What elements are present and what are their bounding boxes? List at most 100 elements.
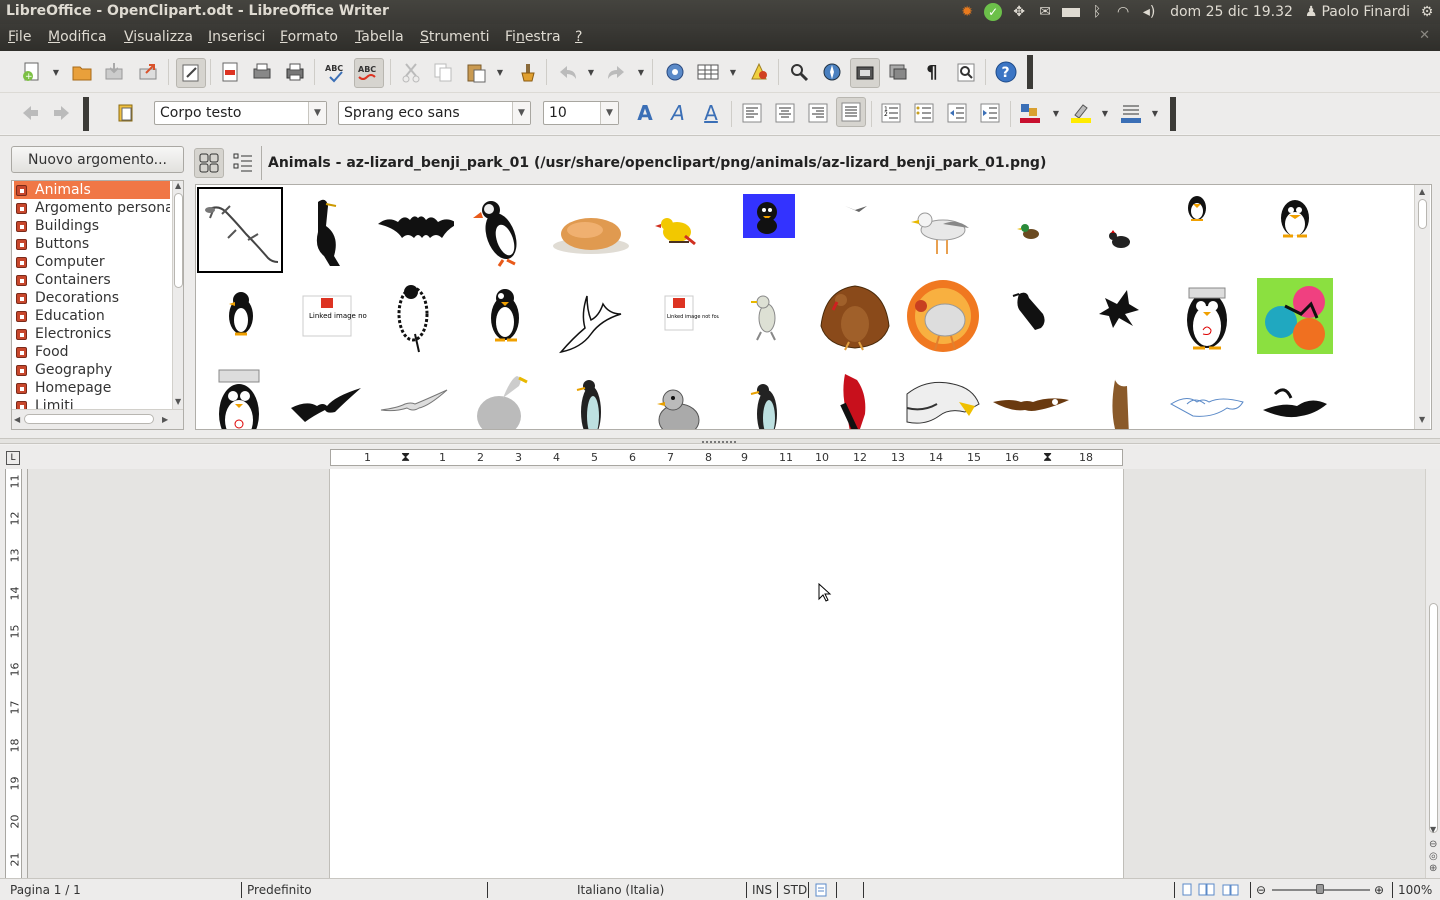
underline-icon[interactable]: A	[697, 99, 725, 127]
tux-thumbnail[interactable]	[1252, 187, 1338, 273]
gallery-icon[interactable]	[850, 58, 880, 88]
paste-dropdown-icon[interactable]: ▼	[496, 68, 504, 77]
scroll-right-icon[interactable]: ▶	[162, 415, 168, 424]
font-color-icon[interactable]	[1016, 99, 1044, 127]
table-dropdown-icon[interactable]: ▼	[729, 68, 737, 77]
bold-icon[interactable]: A	[631, 99, 659, 127]
chevron-down-icon[interactable]: ▼	[600, 102, 618, 124]
swan-black-thumbnail[interactable]	[1252, 361, 1338, 429]
bird-flying-thumbnail[interactable]	[284, 361, 370, 429]
image-not-found-thumbnail[interactable]: Linked image not found	[284, 273, 370, 359]
theme-item-electronics[interactable]: Electronics	[14, 325, 170, 343]
theme-item-argomento-personale[interactable]: Argomento personale	[14, 199, 170, 217]
hyperlink-icon[interactable]	[661, 58, 689, 86]
user-menu[interactable]: ♟ Paolo Finardi	[1301, 4, 1414, 20]
cardinal-thumbnail[interactable]	[812, 361, 898, 429]
redo-dropdown-icon[interactable]: ▼	[637, 68, 645, 77]
scrollbar-thumb[interactable]	[24, 414, 154, 424]
help-icon[interactable]: ?	[992, 58, 1020, 86]
clone-formatting-icon[interactable]	[514, 58, 542, 86]
detailed-view-icon[interactable]	[228, 148, 258, 178]
undo-icon[interactable]	[553, 58, 581, 86]
gallery-splitter[interactable]	[0, 438, 1440, 444]
owl-sketch-thumbnail[interactable]	[372, 273, 458, 359]
puffin-thumbnail[interactable]	[460, 187, 546, 273]
font-name-combo[interactable]: Sprang eco sans ▼	[338, 101, 531, 125]
eagle-silhouette-thumbnail[interactable]	[1076, 273, 1162, 359]
styles-formatting-icon[interactable]	[112, 99, 140, 127]
highlighting-icon[interactable]	[1067, 99, 1095, 127]
scrollbar-thumb[interactable]	[1429, 603, 1438, 833]
export-icon[interactable]	[134, 58, 162, 86]
background-color-icon[interactable]	[1117, 99, 1145, 127]
turkey-thumbnail[interactable]	[812, 273, 898, 359]
splitter-grip[interactable]	[702, 439, 736, 443]
scroll-down-icon[interactable]: ▼	[175, 397, 181, 406]
menu-help[interactable]: ?	[575, 29, 582, 45]
document-vertical-scrollbar[interactable]: ▼ ⊖ ◎ ⊕	[1425, 469, 1440, 878]
swans-thumbnail[interactable]	[1164, 361, 1250, 429]
right-indent-marker[interactable]: ⧗	[1043, 450, 1052, 465]
turkey-colorful-thumbnail[interactable]	[900, 273, 986, 359]
new-document-icon[interactable]: +	[18, 58, 46, 86]
justify-icon[interactable]	[836, 97, 866, 127]
bluetooth-icon[interactable]: ᛒ	[1084, 0, 1110, 24]
new-theme-button[interactable]: Nuovo argomento...	[11, 146, 184, 173]
scroll-down-icon[interactable]: ▼	[1419, 415, 1425, 424]
menu-file[interactable]: File	[8, 29, 31, 45]
tux-debian-thumbnail[interactable]	[1164, 273, 1250, 359]
align-center-icon[interactable]	[771, 99, 799, 127]
goose-thumbnail[interactable]	[460, 361, 546, 429]
roast-turkey-thumbnail[interactable]	[548, 187, 634, 273]
tab-stop-type-icon[interactable]: L	[6, 451, 20, 465]
menu-formato[interactable]: Formato	[280, 29, 338, 45]
multi-page-view-icon[interactable]	[1198, 883, 1216, 900]
find-replace-icon[interactable]	[785, 58, 813, 86]
menu-modifica[interactable]: Modifica	[48, 29, 107, 45]
weather-icon[interactable]: ✹	[954, 0, 980, 24]
seagull-flying-thumbnail[interactable]	[372, 361, 458, 429]
decrease-indent-icon[interactable]	[943, 99, 971, 127]
scroll-up-icon[interactable]: ▲	[1419, 187, 1425, 196]
cormorant-thumbnail[interactable]	[285, 187, 371, 273]
hen-small-thumbnail[interactable]	[1076, 187, 1162, 273]
zoom-in-icon[interactable]: ⊕	[1374, 883, 1384, 897]
zoom-slider-knob[interactable]	[1316, 884, 1324, 894]
theme-item-computer[interactable]: Computer	[14, 253, 170, 271]
font-color-dropdown-icon[interactable]: ▼	[1052, 109, 1060, 118]
eagle-flying-thumbnail[interactable]	[988, 361, 1074, 429]
lizard-thumbnail[interactable]	[197, 187, 283, 273]
italic-icon[interactable]: A	[664, 99, 692, 127]
language[interactable]: Italiano (Italia)	[577, 883, 664, 897]
theme-item-decorations[interactable]: Decorations	[14, 289, 170, 307]
flower-collage-thumbnail[interactable]	[1252, 273, 1338, 359]
image-not-found-thumbnail[interactable]: Linked image not found	[636, 273, 722, 359]
seagull-thumbnail[interactable]	[900, 187, 986, 273]
clock[interactable]: dom 25 dic 19.32	[1162, 4, 1301, 20]
theme-item-animals[interactable]: Animals	[14, 181, 170, 199]
theme-list-horizontal-scrollbar[interactable]: ◀ ▶	[12, 409, 183, 429]
battery-icon[interactable]	[1058, 0, 1084, 24]
highlighting-dropdown-icon[interactable]: ▼	[1101, 109, 1109, 118]
session-gear-icon[interactable]: ⚙	[1414, 0, 1440, 24]
copy-icon[interactable]	[429, 58, 457, 86]
penguin-thumbnail[interactable]	[460, 273, 546, 359]
table-icon[interactable]	[694, 58, 722, 86]
align-left-icon[interactable]	[738, 99, 766, 127]
show-draw-functions-icon[interactable]	[745, 58, 773, 86]
selection-mode[interactable]: STD	[783, 883, 807, 897]
zoom-level[interactable]: 100%	[1398, 883, 1432, 897]
zoom-out-icon[interactable]: ⊖	[1256, 883, 1266, 897]
duck-thumbnail[interactable]	[636, 361, 722, 429]
font-size-combo[interactable]: 10 ▼	[543, 101, 619, 125]
book-view-icon[interactable]	[1222, 883, 1240, 900]
gallery-vertical-scrollbar[interactable]: ▲ ▼	[1414, 185, 1430, 429]
page-style[interactable]: Predefinito	[247, 883, 312, 897]
toolbar-grip[interactable]	[1170, 97, 1176, 131]
theme-item-geography[interactable]: Geography	[14, 361, 170, 379]
yellow-bird-thumbnail[interactable]	[636, 187, 722, 273]
penguin-blue-thumbnail[interactable]	[724, 187, 810, 273]
navigator-icon[interactable]	[818, 58, 846, 86]
previous-page-icon[interactable]: ⊖	[1429, 839, 1437, 850]
wifi-icon[interactable]: ◠	[1110, 0, 1136, 24]
